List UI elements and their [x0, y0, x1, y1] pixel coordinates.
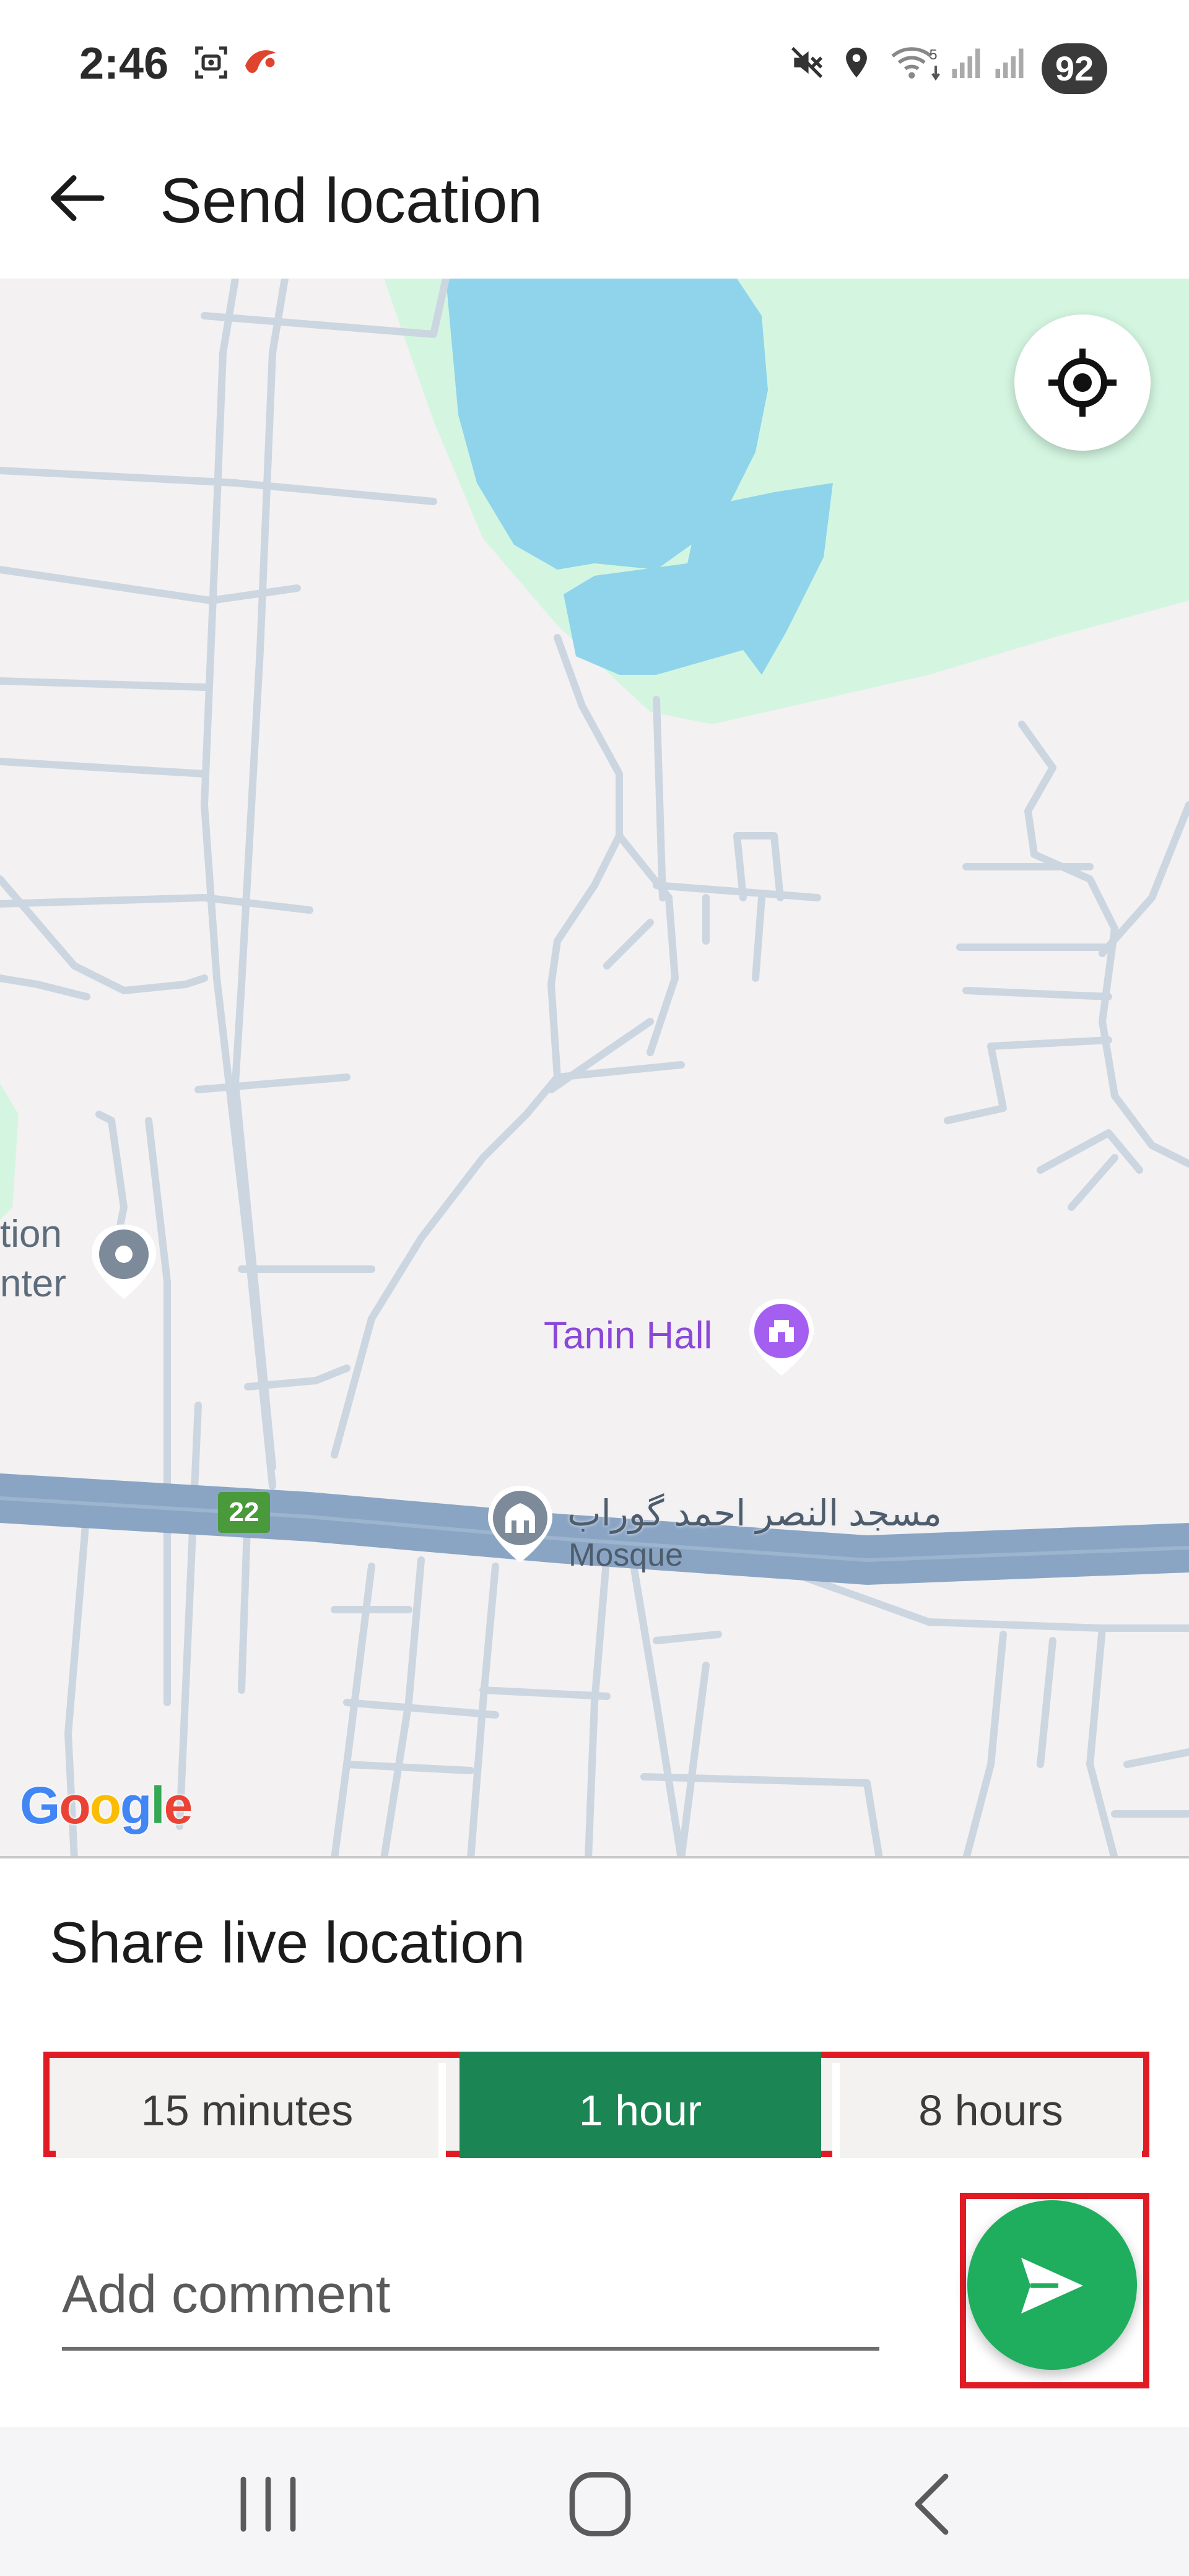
share-live-location-title: Share live location [50, 1910, 526, 1975]
screenshot-icon [195, 46, 227, 79]
map-tiles [0, 279, 1189, 1858]
status-bar: 2:46 5 92 [0, 0, 1189, 136]
tanin-hall-poi-icon[interactable] [743, 1294, 820, 1383]
send-icon [1021, 2258, 1083, 2314]
google-letter: G [20, 1776, 60, 1834]
education-poi-icon[interactable] [87, 1220, 161, 1306]
google-letter: l [150, 1776, 165, 1834]
signal-icon [995, 48, 1024, 78]
mosque-poi-icon[interactable] [482, 1481, 559, 1570]
google-letter: o [59, 1776, 90, 1834]
send-button[interactable] [967, 2200, 1137, 2370]
battery-indicator: 92 [1042, 43, 1107, 94]
mute-icon [791, 46, 823, 79]
map-view[interactable]: tion nter Tanin Hall 22 مسجد النصر احمد … [0, 279, 1189, 1858]
wifi-5g-icon: 5 [891, 46, 940, 81]
system-navigation-bar [0, 2427, 1189, 2576]
location-icon [846, 47, 867, 78]
google-letter: e [163, 1776, 193, 1834]
svg-text:5: 5 [930, 46, 938, 63]
share-location-sheet: Share live location 15 minutes 1 hour 8 … [0, 1858, 1189, 2427]
google-letter: o [89, 1776, 121, 1834]
poi-label-mosque-name: مسجد النصر احمد گوراب [567, 1493, 942, 1533]
poi-label-education-center-line2: nter [0, 1262, 66, 1305]
poi-label-education-center-line1: tion [0, 1213, 62, 1255]
poi-label-tanin-hall: Tanin Hall [544, 1314, 713, 1357]
recenter-button[interactable] [1014, 314, 1151, 451]
signal-icon [952, 48, 980, 78]
recents-icon[interactable] [222, 2470, 315, 2538]
status-time: 2:46 [79, 39, 169, 89]
nav-back-icon[interactable] [887, 2470, 980, 2538]
google-letter: g [120, 1776, 152, 1834]
route-shield: 22 [218, 1492, 270, 1533]
duration-selector: 15 minutes 1 hour 8 hours [43, 2052, 1149, 2158]
duration-option-15-minutes[interactable]: 15 minutes [56, 2063, 446, 2158]
home-icon[interactable] [554, 2470, 647, 2538]
duration-option-1-hour[interactable]: 1 hour [459, 2052, 821, 2158]
page-title: Send location [160, 165, 543, 236]
back-arrow-icon[interactable] [40, 161, 114, 235]
app-bar: Send location [0, 136, 1189, 279]
my-location-icon [1048, 349, 1117, 417]
duration-option-8-hours[interactable]: 8 hours [832, 2063, 1142, 2158]
app-notification-icon [245, 50, 276, 73]
google-attribution: Google [20, 1776, 193, 1836]
poi-label-mosque-type: Mosque [568, 1537, 683, 1573]
add-comment-input[interactable] [62, 2242, 879, 2351]
